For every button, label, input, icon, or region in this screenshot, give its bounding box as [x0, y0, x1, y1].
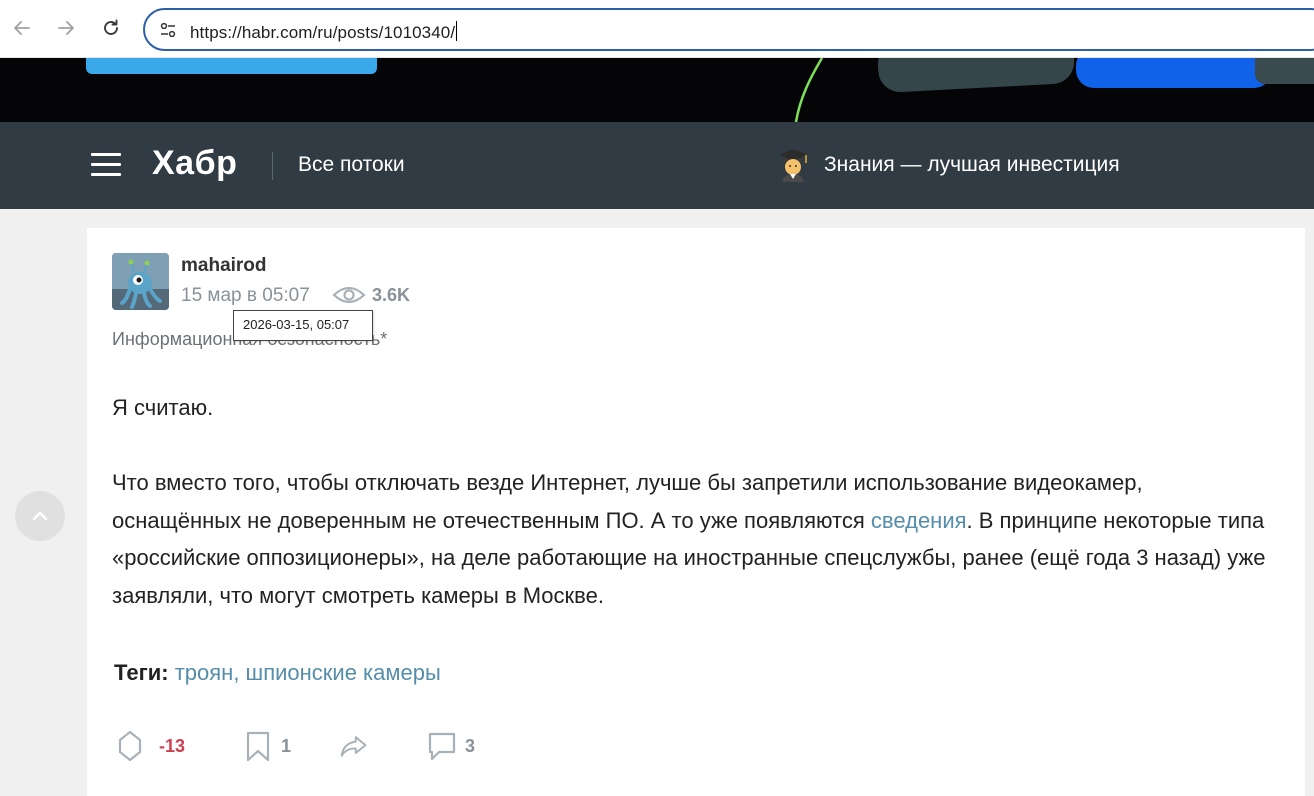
bookmark-count: 1 — [281, 735, 292, 756]
ad-banner[interactable] — [0, 58, 1314, 122]
back-button[interactable] — [8, 14, 36, 42]
comments-count: 3 — [465, 735, 476, 756]
post-date[interactable]: 15 мар в 05:07 — [181, 285, 310, 307]
forward-arrow-icon — [58, 21, 74, 35]
menu-icon[interactable] — [91, 153, 121, 177]
reload-button[interactable] — [97, 14, 125, 42]
rating-icon — [118, 730, 142, 762]
post-card: mahairod 15 мар в 05:07 3.6K Информацион… — [87, 228, 1305, 796]
views-count: 3.6K — [372, 285, 411, 305]
eye-icon — [332, 286, 366, 304]
post-body: Я считаю. Что вместо того, чтобы отключа… — [112, 389, 1272, 614]
author-avatar[interactable] — [112, 253, 169, 310]
header-divider — [272, 152, 273, 180]
vote-count: -13 — [159, 735, 186, 756]
bookmark-icon — [246, 731, 270, 762]
vote-button[interactable]: -13 — [115, 728, 185, 764]
all-flows-link[interactable]: Все потоки — [298, 153, 405, 177]
post-paragraph: Я считаю. — [112, 395, 214, 420]
site-header: Хабр Все потоки Знания — лучшая инвестиц… — [0, 122, 1314, 209]
forward-button[interactable] — [52, 14, 80, 42]
share-button[interactable] — [339, 728, 369, 764]
back-arrow-icon — [14, 21, 30, 35]
student-emoji-icon — [779, 149, 807, 182]
tags-row: Теги: троян, шпионские камеры — [114, 660, 441, 686]
author-name[interactable]: mahairod — [181, 255, 267, 277]
chevron-up-icon — [32, 511, 48, 521]
browser-toolbar: https://habr.com/ru/posts/1010340/ — [0, 0, 1314, 58]
date-tooltip: 2026-03-15, 05:07 — [233, 310, 373, 341]
reload-icon — [104, 19, 118, 35]
post-actions: -13 1 3 — [87, 728, 1305, 768]
site-settings-icon[interactable] — [159, 21, 177, 39]
source-link[interactable]: сведения — [871, 508, 967, 533]
banner-art — [794, 58, 1314, 122]
tags-label: Теги: — [114, 660, 169, 685]
address-bar[interactable]: https://habr.com/ru/posts/1010340/ — [143, 8, 1314, 51]
url-input[interactable]: https://habr.com/ru/posts/1010340/ — [190, 21, 458, 43]
site-logo[interactable]: Хабр — [152, 144, 237, 183]
scroll-to-top-button[interactable] — [15, 491, 65, 541]
tag-links[interactable]: троян, шпионские камеры — [175, 660, 441, 685]
comments-button[interactable]: 3 — [427, 728, 475, 764]
promo-link[interactable]: Знания — лучшая инвестиция — [824, 153, 1120, 177]
post-paragraph: Что вместо того, чтобы отключать везде И… — [112, 464, 1272, 614]
bookmark-button[interactable]: 1 — [243, 728, 291, 764]
comment-icon — [428, 732, 456, 761]
share-icon — [340, 736, 367, 757]
